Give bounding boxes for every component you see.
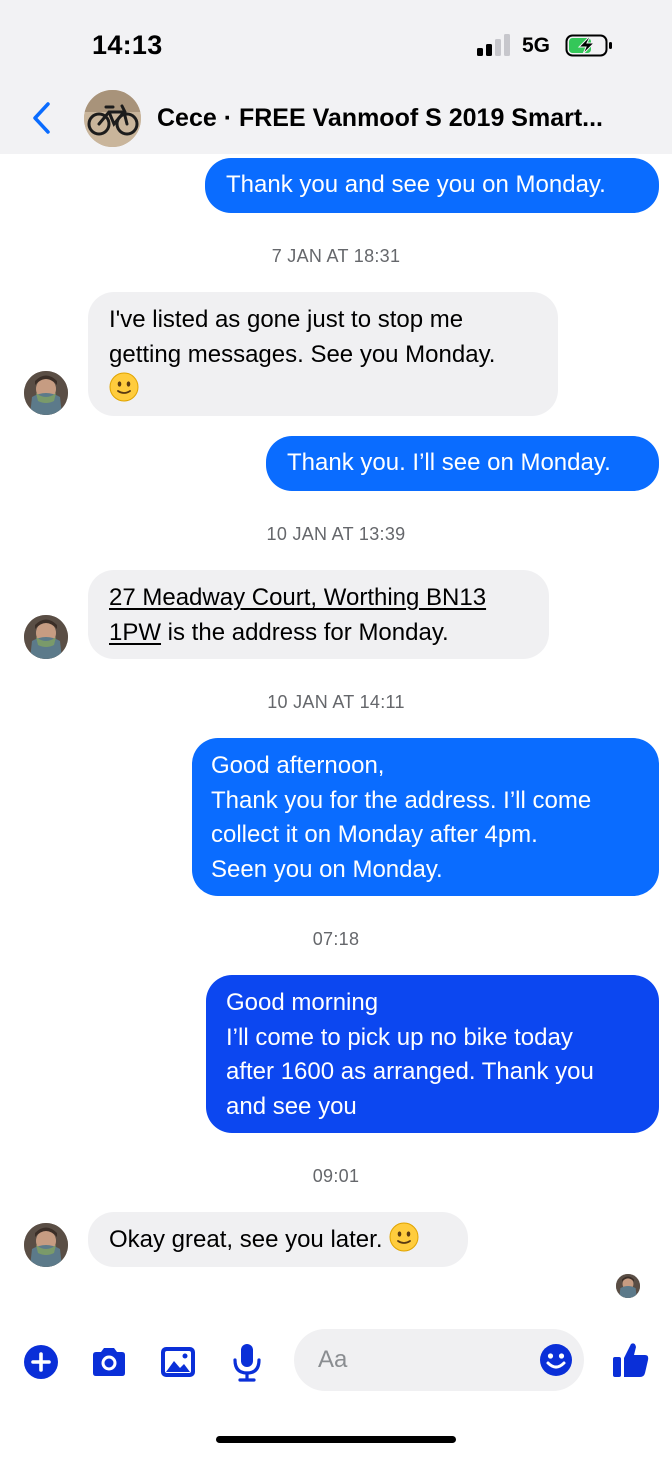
read-receipt-avatar xyxy=(616,1274,640,1298)
message-text: I've listed as gone just to stop me xyxy=(109,306,464,333)
timestamp: 10 JAN AT 13:39 xyxy=(266,524,406,544)
person-avatar-icon xyxy=(24,371,68,415)
gallery-icon[interactable] xyxy=(158,1342,198,1382)
emoji-icon[interactable] xyxy=(538,1342,574,1378)
smiley-emoji-icon xyxy=(109,372,139,402)
contact-avatar[interactable] xyxy=(24,371,68,415)
message-text: I’ll come to pick up no bike today xyxy=(226,1023,573,1051)
timestamp: 10 JAN AT 14:11 xyxy=(267,692,405,712)
conversation-header: Cece · FREE Vanmoof S 2019 Smart... xyxy=(0,90,672,154)
message-text: Thank you for the address. I’ll come xyxy=(211,786,592,814)
message-text: after 1600 as arranged. Thank you xyxy=(226,1058,594,1085)
message-outgoing[interactable]: Good afternoon, Thank you for the addres… xyxy=(192,738,659,896)
person-avatar-icon xyxy=(616,1274,640,1298)
message-input[interactable] xyxy=(318,1346,518,1374)
message-text: Thank you and see you on Monday. xyxy=(226,171,606,198)
status-time: 14:13 xyxy=(92,30,163,60)
contact-avatar[interactable] xyxy=(24,1223,68,1267)
message-text: and see you xyxy=(226,1092,357,1120)
smiley-emoji-icon xyxy=(389,1222,419,1252)
timestamp: 07:18 xyxy=(312,929,360,949)
message-outgoing[interactable]: Thank you and see you on Monday. xyxy=(205,158,659,213)
message-text: collect it on Monday after 4pm. xyxy=(211,821,538,848)
home-indicator[interactable] xyxy=(216,1436,456,1443)
timestamp: 7 JAN AT 18:31 xyxy=(271,246,401,266)
listing-avatar[interactable] xyxy=(84,90,141,147)
contact-avatar[interactable] xyxy=(24,615,68,659)
network-type: 5G xyxy=(522,34,551,57)
address-link[interactable]: 1PW xyxy=(109,619,161,646)
message-text: Seen you on Monday. xyxy=(211,855,443,883)
microphone-icon[interactable] xyxy=(227,1342,267,1382)
thumbs-up-icon[interactable] xyxy=(611,1340,651,1380)
camera-icon[interactable] xyxy=(89,1342,129,1382)
conversation-title[interactable]: Cece · FREE Vanmoof S 2019 Smart... xyxy=(157,104,647,133)
cellular-signal-icon xyxy=(477,34,513,56)
message-outgoing[interactable]: Good morning I’ll come to pick up no bik… xyxy=(206,975,659,1133)
message-text: Okay great, see you later. xyxy=(109,1226,390,1253)
status-bar: 14:13 5G xyxy=(0,0,672,90)
timestamp: 09:01 xyxy=(312,1166,360,1186)
chevron-left-icon[interactable] xyxy=(28,100,56,136)
message-incoming[interactable]: 27 Meadway Court, Worthing BN13 1PW is t… xyxy=(88,570,549,659)
battery-charging-icon xyxy=(565,34,612,57)
person-avatar-icon xyxy=(24,1223,68,1267)
message-composer[interactable] xyxy=(294,1329,584,1391)
message-outgoing[interactable]: Thank you. I’ll see on Monday. xyxy=(266,436,659,491)
message-incoming[interactable]: Okay great, see you later. xyxy=(88,1212,468,1267)
address-link[interactable]: 27 Meadway Court, Worthing BN13 xyxy=(109,584,486,611)
message-text: Thank you. I’ll see on Monday. xyxy=(287,449,611,476)
message-text: Good afternoon, xyxy=(211,752,385,779)
message-text: Good morning xyxy=(226,989,379,1016)
message-text: getting messages. See you Monday. xyxy=(109,340,496,368)
message-text: is the address for Monday. xyxy=(161,618,449,646)
plus-icon[interactable] xyxy=(21,1342,61,1382)
person-avatar-icon xyxy=(24,615,68,659)
message-incoming[interactable]: I've listed as gone just to stop me gett… xyxy=(88,292,558,416)
bicycle-icon xyxy=(84,90,141,147)
